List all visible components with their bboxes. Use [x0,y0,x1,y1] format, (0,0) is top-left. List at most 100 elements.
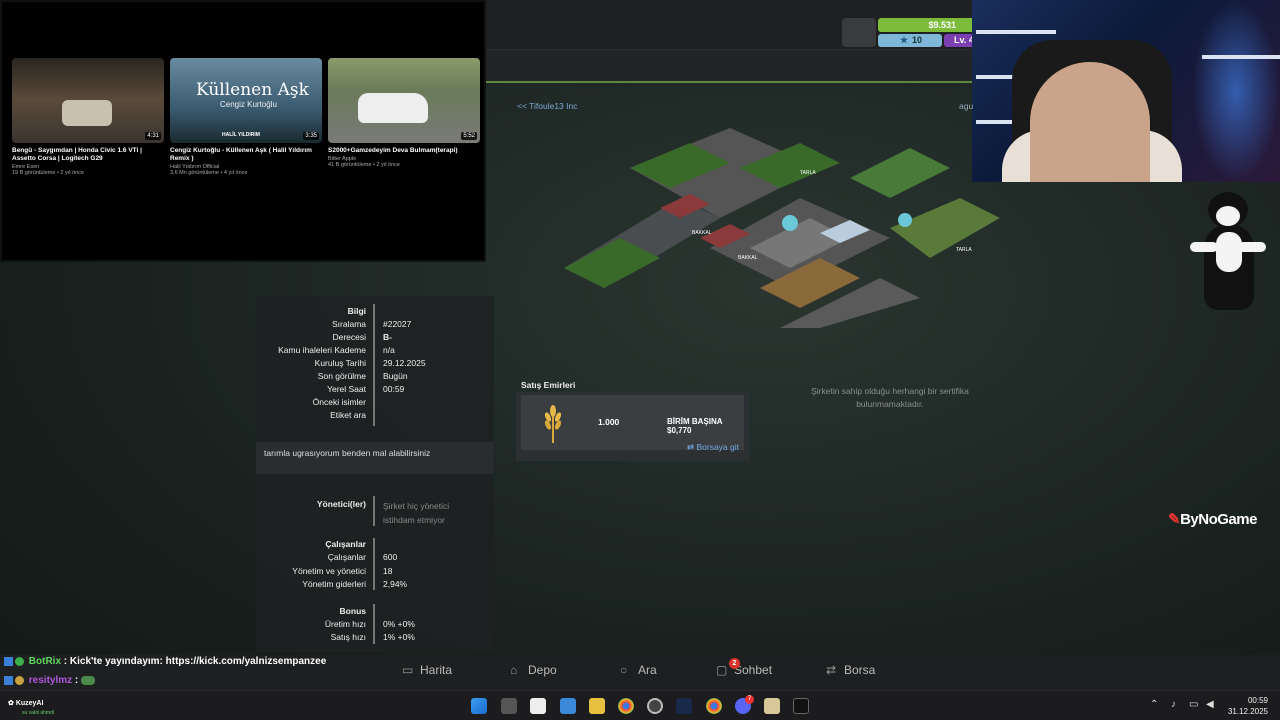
video-thumbnail[interactable]: 5:52 [328,58,480,143]
file-explorer-icon[interactable] [589,698,605,714]
video-meta: 3,6 Mn görüntüleme • 4 yıl önce [170,170,248,176]
go-to-exchange-label: Borsaya git [696,442,739,452]
video-card[interactable]: 5:52 S2000+Gamzedeyim Deva Bulmam(terapi… [328,58,480,168]
steam-icon[interactable] [676,698,692,714]
sales-quantity: 1.000 [598,417,620,427]
chrome-icon[interactable] [618,698,634,714]
info-key[interactable]: Etiket ara [330,410,366,420]
taskbar-clock[interactable]: 00:59 31.12.2025 [1228,695,1268,717]
bonus-value: 0% +0% [383,619,415,629]
badge-icon [15,656,24,666]
tray-chevron-icon[interactable]: ⌃ [1150,699,1158,710]
video-duration: 4:31 [145,132,161,140]
chat-line: resitylmz : [4,675,96,686]
employee-value: 600 [383,552,398,562]
city-label: TARLA [956,247,972,253]
info-value: Bugün [383,371,408,381]
clock-time: 00:59 [1247,696,1268,705]
notepad-icon[interactable] [530,698,546,714]
obs-icon[interactable] [647,698,663,714]
video-card[interactable]: Küllenen Aşk Cengiz Kurtoğlu HALİL YILDI… [170,58,322,176]
taskbar-user-name: KuzeyAI [15,700,44,707]
chat-badge: 2 [729,658,740,669]
youtube-overlay: 4:31 Bengü - Saygımdan | Honda Civic 1.6… [0,0,486,262]
right-link[interactable]: agu [959,101,973,111]
emote-icon [81,675,96,685]
info-key: Sıralama [331,319,366,329]
profile-button[interactable] [842,18,876,47]
info-key: Son görülme [317,371,366,381]
info-key[interactable]: Önceki isimler [313,397,366,407]
thumb-title: Küllenen Aşk [196,80,309,100]
employee-value: 2,94% [383,579,408,589]
video-duration: 3:35 [303,132,319,140]
network-icon[interactable]: ▭ [1189,699,1198,710]
info-value: n/a [383,345,395,355]
info-key: Kuruluş Tarihi [314,358,366,368]
nav-exchange-label: Borsa [844,663,876,677]
taskbar-user-status: su vakti ahmdi [22,710,54,716]
info-value: 29.12.2025 [383,358,426,368]
webcam-overlay [972,0,1280,182]
city-map[interactable]: TARLA BAKKAL BAKKAL TARLA [560,128,1000,328]
platform-icon [4,675,13,685]
stars-display[interactable]: ★ 10 [878,34,942,47]
go-to-exchange-link[interactable]: ⇄ Borsaya git [687,442,739,453]
exchange-nav-icon: ⇄ [826,663,837,677]
info-key: Kamu ihaleleri Kademe [278,345,366,355]
task-view-icon[interactable] [501,698,517,714]
nav-exchange[interactable]: ⇄ Borsa [826,663,875,677]
chat-line: BotRix : Kick'te yayındayım: https://kic… [4,656,326,667]
chat-message: : [74,675,79,686]
volume-icon[interactable]: ◀ [1206,699,1214,710]
search-icon: ○ [620,663,628,677]
warehouse-icon: ⌂ [510,663,518,677]
cat-overlay [1190,186,1266,310]
video-thumbnail[interactable]: Küllenen Aşk Cengiz Kurtoğlu HALİL YILDI… [170,58,322,143]
badge-icon [15,675,24,685]
video-meta: 41 B görüntüleme • 2 yıl önce [328,162,400,168]
nav-search[interactable]: ○ Ara [620,663,657,677]
photos-icon[interactable] [560,698,576,714]
video-title[interactable]: Bengü - Saygımdan | Honda Civic 1.6 VTi … [12,147,164,163]
back-link[interactable]: << Tifoule13 Inc [517,101,578,111]
taskbar-user[interactable]: ✿ KuzeyAI [8,699,43,707]
nav-map[interactable]: ▭ Harita [402,663,452,677]
video-thumbnail[interactable]: 4:31 [12,58,164,143]
chrome-profile-icon[interactable] [706,698,722,714]
managers-empty: Şirket hiç yönetici istihdam etmiyor [383,501,450,525]
video-card[interactable]: 4:31 Bengü - Saygımdan | Honda Civic 1.6… [12,58,164,176]
bonus-value: 1% +0% [383,632,415,642]
company-info-panel: Bilgi Sıralama #22027 Derecesi B- Kamu iha… [256,296,494,652]
certificates-empty: Şirketin sahip olduğu herhangi bir serti… [811,386,969,409]
city-label: BAKKAL [692,230,712,236]
windows-taskbar: ✿ KuzeyAI su vakti ahmdi 7 ⌃ ♪ ▭ ◀ 00:59… [0,690,1280,720]
info-title: Bilgi [347,306,366,316]
thumb-credit: HALİL YILDIRIM [222,132,260,138]
sales-order-card[interactable]: 1.000 BİRİM BAŞINA $0,770 ⇄ Borsaya git [516,392,749,461]
video-duration: 5:52 [461,132,477,140]
sales-title: Satış Emirleri [521,380,576,390]
city-label: BAKKAL [738,255,758,261]
microphone-icon[interactable]: ♪ [1171,699,1176,710]
nav-chat[interactable]: ▢ Sohbet [716,663,772,677]
star-icon: ★ [900,35,909,45]
info-key: Derecesi [332,332,366,342]
managers-title: Yönetici(ler) [316,499,366,509]
bynogame-logo-icon: ✎ [1168,511,1181,528]
nav-warehouse[interactable]: ⌂ Depo [510,663,557,677]
chat-username: resitylmz [28,675,73,686]
chat-username: BotRix [28,656,62,667]
windows-start-icon[interactable] [471,698,487,714]
sales-unit-price: BİRİM BAŞINA $0,770 [667,417,723,435]
app-icon[interactable] [793,698,809,714]
watermark-text: ByNoGame [1180,511,1257,528]
employee-key: Yönetim giderleri [302,579,366,589]
video-title[interactable]: S2000+Gamzedeyim Deva Bulmam(terapi) [328,147,480,155]
employee-key: Yönetim ve yönetici [292,566,366,576]
video-meta: 19 B görüntüleme • 2 yıl önce [12,170,84,176]
video-title[interactable]: Cengiz Kurtoğlu - Küllenen Aşk ( Halil Y… [170,147,322,163]
media-player-icon[interactable] [764,698,780,714]
cash-display[interactable]: $9.531 [878,18,984,32]
clock-date: 31.12.2025 [1227,707,1268,716]
